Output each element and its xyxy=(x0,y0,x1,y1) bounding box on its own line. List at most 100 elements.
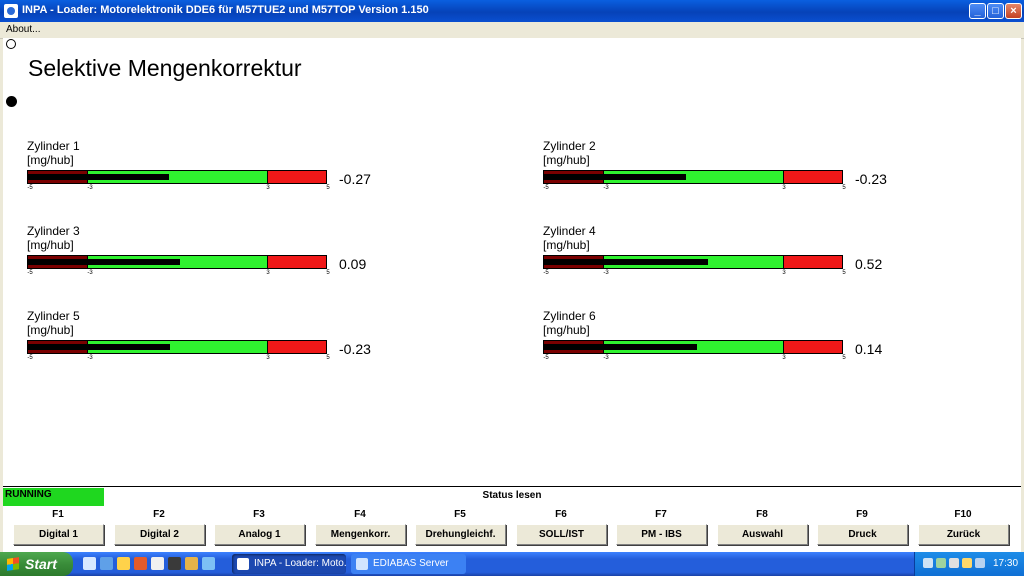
radio-unselected[interactable] xyxy=(6,39,16,49)
fkey-label: F3 xyxy=(253,509,265,520)
ediabas-icon xyxy=(356,558,368,570)
cylinder-value: 0.14 xyxy=(855,341,883,357)
menu-about[interactable]: About... xyxy=(6,24,40,35)
f1-digital-1-button[interactable]: Digital 1 xyxy=(13,524,104,545)
gauge-high-zone xyxy=(267,171,326,183)
tick-label: 3 xyxy=(782,270,786,276)
taskbar-inpa-loader[interactable]: INPA - Loader: Moto... xyxy=(232,554,346,574)
media-icon[interactable] xyxy=(134,557,147,570)
gauge-high-zone xyxy=(783,256,842,268)
window-titlebar[interactable]: INPA - Loader: Motorelektronik DDE6 für … xyxy=(0,0,1024,22)
taskbar-ediabas-server[interactable]: EDIABAS Server xyxy=(351,554,466,574)
main-panel: Selektive Mengenkorrektur Zylinder 1 [mg… xyxy=(3,38,1021,486)
f2-digital-2-button[interactable]: Digital 2 xyxy=(114,524,205,545)
tick-label: 5 xyxy=(842,355,846,361)
cylinder-value: 0.09 xyxy=(339,256,367,272)
folder-icon[interactable] xyxy=(117,557,130,570)
cylinder-value: -0.23 xyxy=(855,171,887,187)
gauge-bar xyxy=(28,344,171,350)
cylinder-unit: [mg/hub] xyxy=(27,238,74,252)
cylinder-label: Zylinder 2 xyxy=(543,139,596,153)
tick-label: -5 xyxy=(543,355,549,361)
windows-logo-icon xyxy=(7,557,19,571)
f5-drehungleichf-button[interactable]: Drehungleichf. xyxy=(415,524,506,545)
tick-label: -5 xyxy=(27,270,33,276)
tick-label: -5 xyxy=(27,355,33,361)
tick-label: 5 xyxy=(326,270,330,276)
fkey-label: F7 xyxy=(655,509,667,520)
tray-device-icon[interactable] xyxy=(975,558,985,568)
tick-label: 5 xyxy=(842,270,846,276)
cylinder-label: Zylinder 3 xyxy=(27,224,80,238)
cylinder-unit: [mg/hub] xyxy=(543,323,590,337)
cylinder-gauge xyxy=(543,340,843,354)
tick-label: 5 xyxy=(326,185,330,191)
tick-label: -3 xyxy=(87,270,93,276)
system-tray: 17:30 xyxy=(914,552,1024,576)
f9-druck-button[interactable]: Druck xyxy=(817,524,908,545)
cylinder-5-panel: Zylinder 5 [mg/hub] -5 -3 3 5 -0.23 xyxy=(27,309,407,379)
f4-mengenkorr-button[interactable]: Mengenkorr. xyxy=(315,524,406,545)
inpa-icon xyxy=(237,558,249,570)
tick-label: -3 xyxy=(87,185,93,191)
tick-label: 3 xyxy=(266,185,270,191)
tick-label: 5 xyxy=(326,355,330,361)
tick-label: -3 xyxy=(603,270,609,276)
page-title: Selektive Mengenkorrektur xyxy=(28,55,302,81)
tick-label: 3 xyxy=(782,185,786,191)
cylinder-label: Zylinder 4 xyxy=(543,224,596,238)
cylinder-unit: [mg/hub] xyxy=(27,153,74,167)
tick-label: -3 xyxy=(87,355,93,361)
tick-label: -3 xyxy=(603,185,609,191)
tray-volume-icon[interactable] xyxy=(949,558,959,568)
menu-bar: About... xyxy=(0,22,1024,39)
fkey-label: F6 xyxy=(555,509,567,520)
console-icon[interactable] xyxy=(168,557,181,570)
app-icon xyxy=(4,4,18,18)
cylinder-gauge xyxy=(27,255,327,269)
tick-label: 3 xyxy=(266,270,270,276)
f6-soll-ist-button[interactable]: SOLL/IST xyxy=(516,524,607,545)
f7-pm-ibs-button[interactable]: PM - IBS xyxy=(616,524,707,545)
gauge-high-zone xyxy=(783,171,842,183)
cylinder-gauge xyxy=(27,170,327,184)
status-area: RUNNING Status lesen F1 F2 F3 F4 F5 F6 F… xyxy=(3,486,1021,553)
f10-zurueck-button[interactable]: Zurück xyxy=(918,524,1009,545)
gauge-bar xyxy=(544,174,687,180)
f8-auswahl-button[interactable]: Auswahl xyxy=(717,524,808,545)
maximize-button[interactable]: □ xyxy=(987,3,1004,19)
cylinder-gauge xyxy=(543,255,843,269)
notepad-icon[interactable] xyxy=(151,557,164,570)
cylinder-gauge xyxy=(543,170,843,184)
tray-security-icon[interactable] xyxy=(936,558,946,568)
tick-label: 3 xyxy=(266,355,270,361)
start-button[interactable]: Start xyxy=(0,552,73,576)
status-label: Status lesen xyxy=(482,490,542,501)
cylinder-unit: [mg/hub] xyxy=(543,153,590,167)
tick-label: 3 xyxy=(782,355,786,361)
settings-icon[interactable] xyxy=(185,557,198,570)
gauge-bar xyxy=(544,259,709,265)
cylinder-label: Zylinder 6 xyxy=(543,309,596,323)
show-desktop-icon[interactable] xyxy=(83,557,96,570)
tray-update-icon[interactable] xyxy=(962,558,972,568)
tray-network-icon[interactable] xyxy=(923,558,933,568)
minimize-button[interactable]: _ xyxy=(969,3,986,19)
cylinder-2-panel: Zylinder 2 [mg/hub] -5 -3 3 5 -0.23 xyxy=(543,139,923,209)
explorer-icon[interactable] xyxy=(100,557,113,570)
fkey-label: F5 xyxy=(454,509,466,520)
tick-label: -5 xyxy=(543,185,549,191)
cylinder-label: Zylinder 5 xyxy=(27,309,80,323)
fkey-label: F9 xyxy=(856,509,868,520)
radio-selected[interactable] xyxy=(6,96,17,107)
gauge-high-zone xyxy=(267,341,326,353)
network-icon[interactable] xyxy=(202,557,215,570)
tick-label: -5 xyxy=(543,270,549,276)
gauge-bar xyxy=(544,344,698,350)
f3-analog-1-button[interactable]: Analog 1 xyxy=(214,524,305,545)
tick-label: -3 xyxy=(603,355,609,361)
fkey-label: F1 xyxy=(52,509,64,520)
cylinder-value: 0.52 xyxy=(855,256,883,272)
close-button[interactable]: × xyxy=(1005,3,1022,19)
tick-label: 5 xyxy=(842,185,846,191)
